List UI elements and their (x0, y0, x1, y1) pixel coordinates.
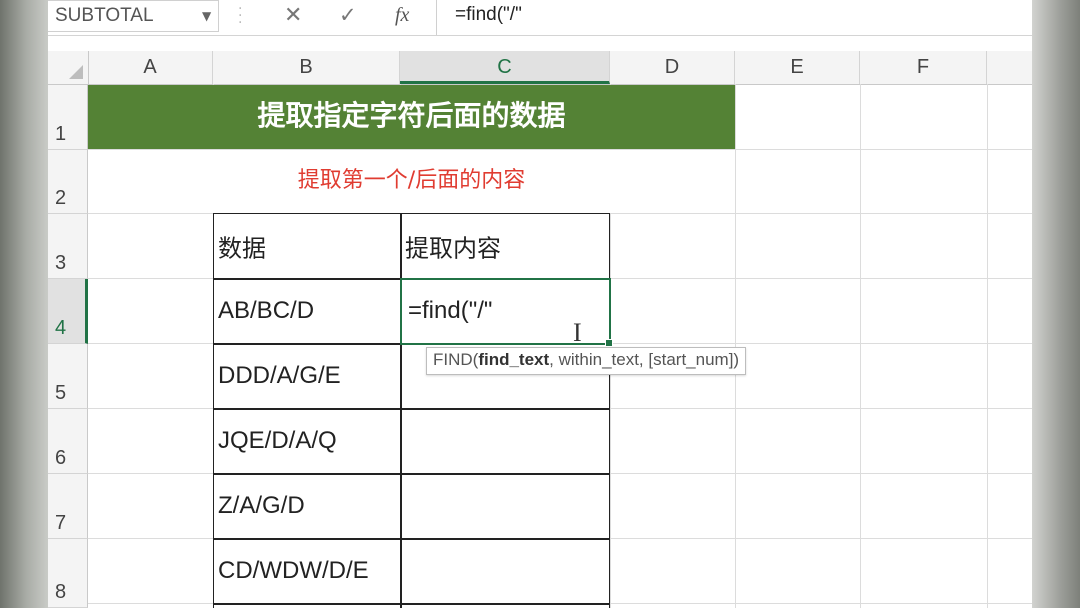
cell-b4[interactable]: AB/BC/D (213, 279, 400, 343)
column-headers: A B C D E F (48, 51, 1032, 85)
data-value: AB/BC/D (218, 297, 315, 324)
data-value: DDD/A/G/E (218, 362, 341, 389)
row-header-7[interactable]: 7 (48, 474, 88, 539)
row-header-6[interactable]: 6 (48, 409, 88, 474)
formula-bar-divider (436, 0, 437, 35)
enter-check-icon[interactable]: ✓ (339, 3, 357, 27)
row-header-3[interactable]: 3 (48, 214, 88, 279)
data-value: CD/WDW/D/E (218, 557, 369, 584)
tooltip-current-arg[interactable]: find_text (478, 350, 549, 369)
subtitle-cell[interactable]: 提取第一个/后面的内容 (88, 150, 735, 213)
table-border-line (400, 213, 402, 608)
column-header-next[interactable] (987, 51, 1032, 84)
header-extract-label: 提取内容 (405, 234, 501, 263)
column-header-d[interactable]: D (610, 51, 735, 84)
name-box-value: SUBTOTAL (55, 5, 154, 26)
row-number: 3 (55, 252, 67, 274)
cell-c8[interactable] (400, 539, 610, 603)
cell-b6[interactable]: JQE/D/A/Q (213, 409, 400, 473)
column-header-a[interactable]: A (88, 51, 213, 84)
cell-b3[interactable]: 数据 (213, 214, 400, 278)
row-header-4[interactable]: 4 (48, 279, 88, 344)
gridline (860, 84, 861, 608)
column-header-c[interactable]: C (400, 51, 610, 84)
cell-b8[interactable]: CD/WDW/D/E (213, 539, 400, 603)
video-left-margin (0, 0, 48, 608)
row-number: 7 (55, 512, 67, 534)
select-all-icon (69, 65, 83, 79)
select-all-corner[interactable] (48, 51, 89, 84)
row-header-5[interactable]: 5 (48, 344, 88, 409)
gridline (987, 84, 988, 608)
insert-function-icon[interactable]: fx (395, 4, 409, 27)
excel-window: SUBTOTAL ▼ · · · ✕ ✓ fx =find("/" A B C D … (48, 0, 1032, 608)
name-box[interactable]: SUBTOTAL ▼ (48, 0, 219, 32)
function-tooltip: FIND(find_text, within_text, [start_num]… (426, 347, 747, 375)
row-number: 1 (55, 123, 67, 145)
column-header-f[interactable]: F (860, 51, 987, 84)
data-value: Z/A/G/D (218, 492, 305, 519)
cell-b7[interactable]: Z/A/G/D (213, 474, 400, 538)
cell-c7[interactable] (400, 474, 610, 538)
row-header-1[interactable]: 1 (48, 85, 88, 150)
text-cursor-icon: I (573, 318, 582, 347)
row-number: 6 (55, 447, 67, 469)
table-border-line (213, 538, 610, 540)
header-data-label: 数据 (218, 234, 266, 263)
column-header-b[interactable]: B (213, 51, 400, 84)
cancel-icon[interactable]: ✕ (284, 3, 302, 28)
row-header-8[interactable]: 8 (48, 539, 88, 608)
table-border-line (213, 603, 610, 605)
row-number: 5 (55, 382, 67, 404)
drag-handle-icon[interactable]: · · · (238, 2, 242, 30)
formula-input[interactable]: =find("/" (455, 4, 522, 26)
tooltip-remaining-args: , within_text, [start_num]) (549, 350, 740, 369)
cell-edit-text[interactable]: =find("/" (408, 297, 492, 325)
row-number: 4 (55, 317, 67, 339)
chevron-down-icon[interactable]: ▼ (202, 9, 211, 23)
gridline (735, 84, 736, 608)
row-header-2[interactable]: 2 (48, 150, 88, 214)
title-cell[interactable]: 提取指定字符后面的数据 (88, 85, 735, 149)
data-value: JQE/D/A/Q (218, 427, 337, 454)
tooltip-function-name: FIND( (433, 350, 479, 369)
row-number: 2 (55, 187, 67, 209)
table-border-line (213, 408, 610, 410)
row-number: 8 (55, 581, 67, 603)
cell-c3[interactable]: 提取内容 (400, 214, 610, 278)
column-header-e[interactable]: E (735, 51, 860, 84)
cell-c6[interactable] (400, 409, 610, 473)
cell-b5[interactable]: DDD/A/G/E (213, 344, 400, 408)
fill-handle[interactable] (605, 339, 613, 347)
formula-bar: SUBTOTAL ▼ · · · ✕ ✓ fx =find("/" (48, 0, 1032, 36)
table-border-line (213, 473, 610, 475)
video-right-margin (1032, 0, 1080, 608)
